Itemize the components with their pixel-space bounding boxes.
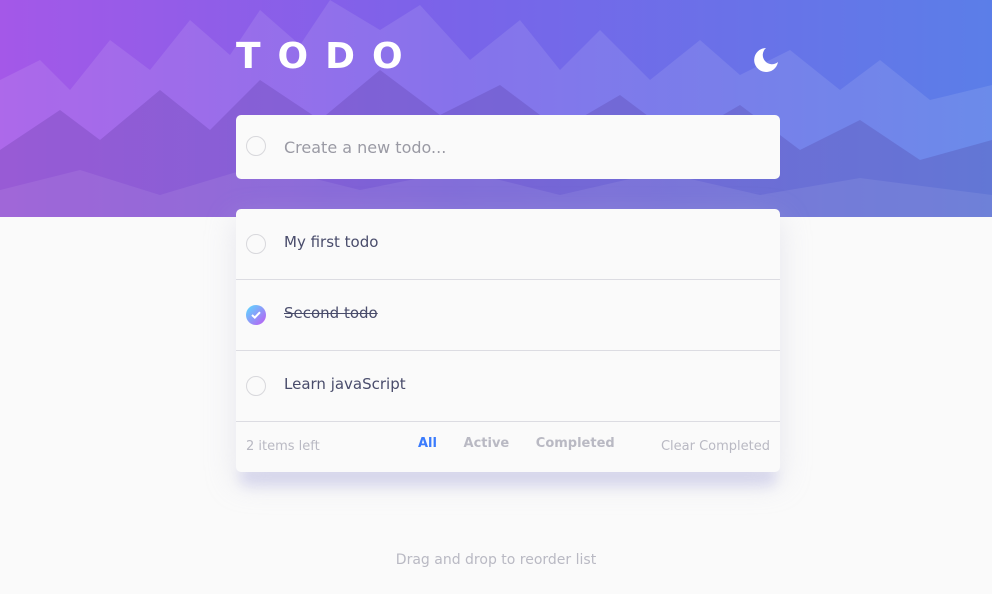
- todo-item[interactable]: Learn javaScript: [236, 351, 780, 422]
- todo-text: Learn javaScript: [284, 375, 406, 393]
- todo-list: My first todo Second todo Learn javaScri…: [236, 209, 780, 472]
- hero-banner: [0, 0, 992, 217]
- list-footer: 2 items left All Active Completed Clear …: [236, 422, 780, 472]
- app-title: TODO: [236, 36, 420, 77]
- mountain-background-image: [0, 0, 992, 217]
- new-todo-input[interactable]: [284, 133, 764, 161]
- checkbox-checked-icon[interactable]: [246, 305, 266, 325]
- filter-completed[interactable]: Completed: [536, 436, 615, 451]
- filter-tabs: All Active Completed: [418, 436, 637, 451]
- theme-toggle-button[interactable]: [752, 46, 780, 74]
- new-todo-panel: [236, 115, 780, 179]
- checkbox-unchecked-icon[interactable]: [246, 376, 266, 396]
- check-icon: [251, 311, 261, 319]
- filter-all[interactable]: All: [418, 436, 437, 451]
- new-todo-circle-icon[interactable]: [246, 136, 266, 156]
- todo-item[interactable]: Second todo: [236, 280, 780, 351]
- drag-hint: Drag and drop to reorder list: [395, 552, 597, 568]
- todo-text: Second todo: [284, 304, 378, 322]
- checkbox-unchecked-icon[interactable]: [246, 234, 266, 254]
- todo-item[interactable]: My first todo: [236, 209, 780, 280]
- filter-active[interactable]: Active: [464, 436, 510, 451]
- moon-icon: [754, 48, 778, 72]
- items-left-count: 2 items left: [246, 439, 320, 454]
- todo-text: My first todo: [284, 233, 379, 251]
- clear-completed-button[interactable]: Clear Completed: [661, 439, 770, 454]
